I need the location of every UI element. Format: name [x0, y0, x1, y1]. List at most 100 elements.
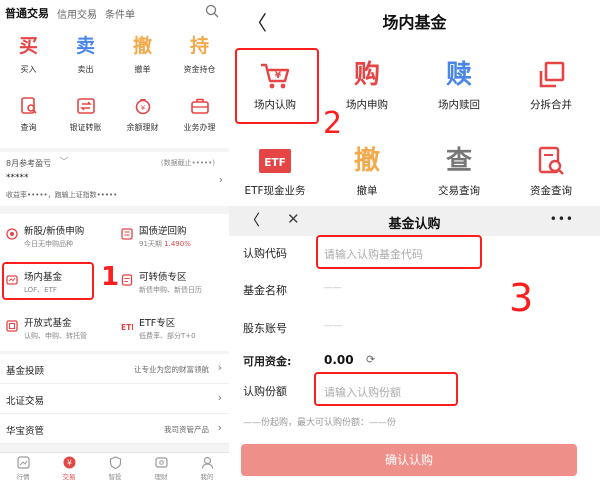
- trade-query-button[interactable]: 查 交易查询: [413, 144, 505, 198]
- data-date: (数据截止•••••): [160, 159, 215, 167]
- nav-trade[interactable]: ¥ 交易: [46, 456, 92, 481]
- trade-grid: 买 买入 卖 卖出 撤 撤单 持 资金持仓 查询 银证转账 ¥ 余额理财 业务办…: [0, 24, 229, 148]
- buy-button[interactable]: 买 买入: [0, 34, 57, 75]
- holder-row: 股东账号 ——: [229, 310, 600, 346]
- etf-zone-title: ETF专区: [139, 318, 176, 329]
- asset-mgmt-label: 华宝资管: [6, 426, 45, 437]
- transfer-label: 银证转账: [69, 123, 102, 132]
- onsite-fund-header: 〈 场内基金: [229, 0, 600, 40]
- open-fund-title: 开放式基金: [24, 318, 72, 329]
- wealth-label: 余额理财: [126, 123, 159, 132]
- monthly-pnl-label: 8月参考盈亏: [6, 159, 52, 168]
- trade-query-icon: 查: [445, 146, 472, 176]
- tab-credit-trade[interactable]: 信用交易: [57, 6, 97, 21]
- bank-transfer-button[interactable]: 银证转账: [57, 96, 114, 133]
- bottom-nav: 行情 ¥ 交易 智投 理财 我的: [0, 452, 229, 483]
- buy-icon: 买: [18, 35, 38, 57]
- holder-value: ——: [324, 321, 342, 331]
- etf-cash-button[interactable]: ETF ETF现金业务: [229, 144, 321, 198]
- split-merge-button[interactable]: 分拆合并: [505, 58, 597, 112]
- account-summary[interactable]: 8月参考盈亏 ﹀ (数据截止•••••) ***** 收益率•••••，跑输上证…: [0, 152, 229, 206]
- chevron-right-icon: ›: [217, 421, 222, 434]
- ipo-sub: 今日无申购品种: [24, 240, 73, 248]
- list-item-fund-advisor[interactable]: 基金投顾 让专业为您的财富领航 ›: [0, 354, 229, 384]
- convertible-bond-title: 可转债专区: [139, 272, 187, 283]
- repo-term: 91天期: [139, 240, 162, 248]
- tab-conditional-order[interactable]: 条件单: [105, 6, 135, 21]
- list-item-convertible-bond[interactable]: 可转债专区 新债申购、新债日历: [115, 260, 229, 304]
- query-button[interactable]: 查询: [0, 96, 57, 133]
- trade-header: 普通交易 信用交易 条件单: [0, 0, 229, 24]
- repo-title: 国债逆回购: [139, 226, 187, 237]
- business-button[interactable]: 业务办理: [171, 96, 228, 133]
- purchase-icon: 购: [353, 60, 380, 90]
- subscribe-note: ——份起购，最大可认购份额：——份: [243, 418, 397, 428]
- annotation-number-1: 1: [101, 262, 120, 292]
- list-item-etf-zone[interactable]: ETF ETF专区 低费率、部分T+0: [115, 306, 229, 350]
- list-item-asset-mgmt[interactable]: 华宝资管 我司资管产品 ›: [0, 414, 229, 444]
- holder-label: 股东账号: [243, 322, 287, 335]
- refresh-icon[interactable]: ⟳: [366, 353, 375, 366]
- fund-query-icon: [505, 144, 597, 178]
- list-item-open-fund[interactable]: 开放式基金 认购、申购、转托管: [0, 306, 114, 350]
- sell-button[interactable]: 卖 卖出: [57, 34, 114, 75]
- nav-mine[interactable]: 我的: [184, 456, 229, 481]
- list-item-bse-trade[interactable]: 北证交易 ›: [0, 384, 229, 414]
- wealth-button[interactable]: ¥ 余额理财: [114, 96, 171, 133]
- more-icon[interactable]: •••: [550, 212, 574, 226]
- business-icon: [190, 96, 210, 116]
- fund-query-button[interactable]: 资金查询: [505, 144, 597, 198]
- svg-text:¥: ¥: [67, 458, 72, 467]
- holdings-icon: 持: [189, 35, 209, 57]
- svg-text:ETF: ETF: [121, 323, 133, 332]
- cancel-order-button[interactable]: 撤 撤单: [114, 34, 171, 75]
- confirm-subscribe-button[interactable]: 确认认购: [241, 444, 577, 476]
- onsite-cancel-label: 撤单: [356, 185, 378, 197]
- annotation-box-code: [316, 235, 482, 269]
- nav-mine-label: 我的: [200, 473, 214, 481]
- nav-finance-label: 理财: [154, 473, 168, 481]
- fund-advisor-label: 基金投顾: [6, 366, 45, 377]
- holdings-label: 资金持仓: [183, 65, 216, 74]
- name-label: 基金名称: [243, 284, 287, 297]
- chevron-right-icon: ›: [217, 361, 222, 374]
- split-merge-label: 分拆合并: [530, 99, 572, 111]
- chevron-right-icon: ›: [217, 391, 222, 404]
- fund-advisor-desc: 让专业为您的财富领航: [134, 365, 209, 374]
- tab-normal-trade[interactable]: 普通交易: [5, 5, 49, 21]
- bond-icon: [121, 274, 133, 286]
- smart-icon: [109, 456, 122, 469]
- chevron-down-icon[interactable]: ﹀: [60, 156, 68, 167]
- code-label: 认购代码: [243, 247, 287, 260]
- search-icon[interactable]: [205, 4, 219, 18]
- sell-label: 卖出: [77, 65, 94, 74]
- repo-sub: 91天期 1.490%: [139, 239, 191, 249]
- transfer-icon: [76, 96, 96, 116]
- nav-market[interactable]: 行情: [0, 456, 46, 481]
- chevron-right-icon: ›: [218, 173, 223, 186]
- bse-trade-label: 北证交易: [6, 396, 45, 407]
- annotation-number-2: 2: [323, 106, 343, 141]
- onsite-redeem-button[interactable]: 赎 场内赎回: [413, 58, 505, 112]
- redeem-icon: 赎: [445, 60, 472, 90]
- name-row: 基金名称 ——: [229, 272, 600, 308]
- query-label: 查询: [20, 123, 37, 132]
- pnl-value: *****: [6, 173, 29, 183]
- funds-label: 可用资金:: [243, 355, 292, 368]
- onsite-cancel-button[interactable]: 撤 撤单: [321, 144, 413, 198]
- onsite-redeem-label: 场内赎回: [438, 99, 480, 111]
- cancel-order-icon: 撤: [353, 146, 380, 176]
- fund-subscribe-form: 〈 ✕ 基金认购 ••• 认购代码 请输入认购基金代码 基金名称 —— 股东账号…: [229, 206, 600, 483]
- onsite-purchase-button[interactable]: 购 场内申购: [321, 58, 413, 112]
- list-item-ipo[interactable]: 新股/新债申购 今日无申购品种: [0, 214, 114, 258]
- annotation-box-qty: [314, 372, 458, 406]
- nav-smart[interactable]: 智投: [92, 456, 138, 481]
- nav-finance[interactable]: 理财: [138, 456, 184, 481]
- name-value: ——: [324, 283, 342, 293]
- ipo-title: 新股/新债申购: [24, 226, 85, 237]
- business-label: 业务办理: [183, 123, 216, 132]
- wealth-icon: ¥: [133, 96, 153, 116]
- fund-query-label: 资金查询: [530, 185, 572, 197]
- list-item-repo[interactable]: 国债逆回购 91天期 1.490%: [115, 214, 229, 258]
- holdings-button[interactable]: 持 资金持仓: [171, 34, 228, 75]
